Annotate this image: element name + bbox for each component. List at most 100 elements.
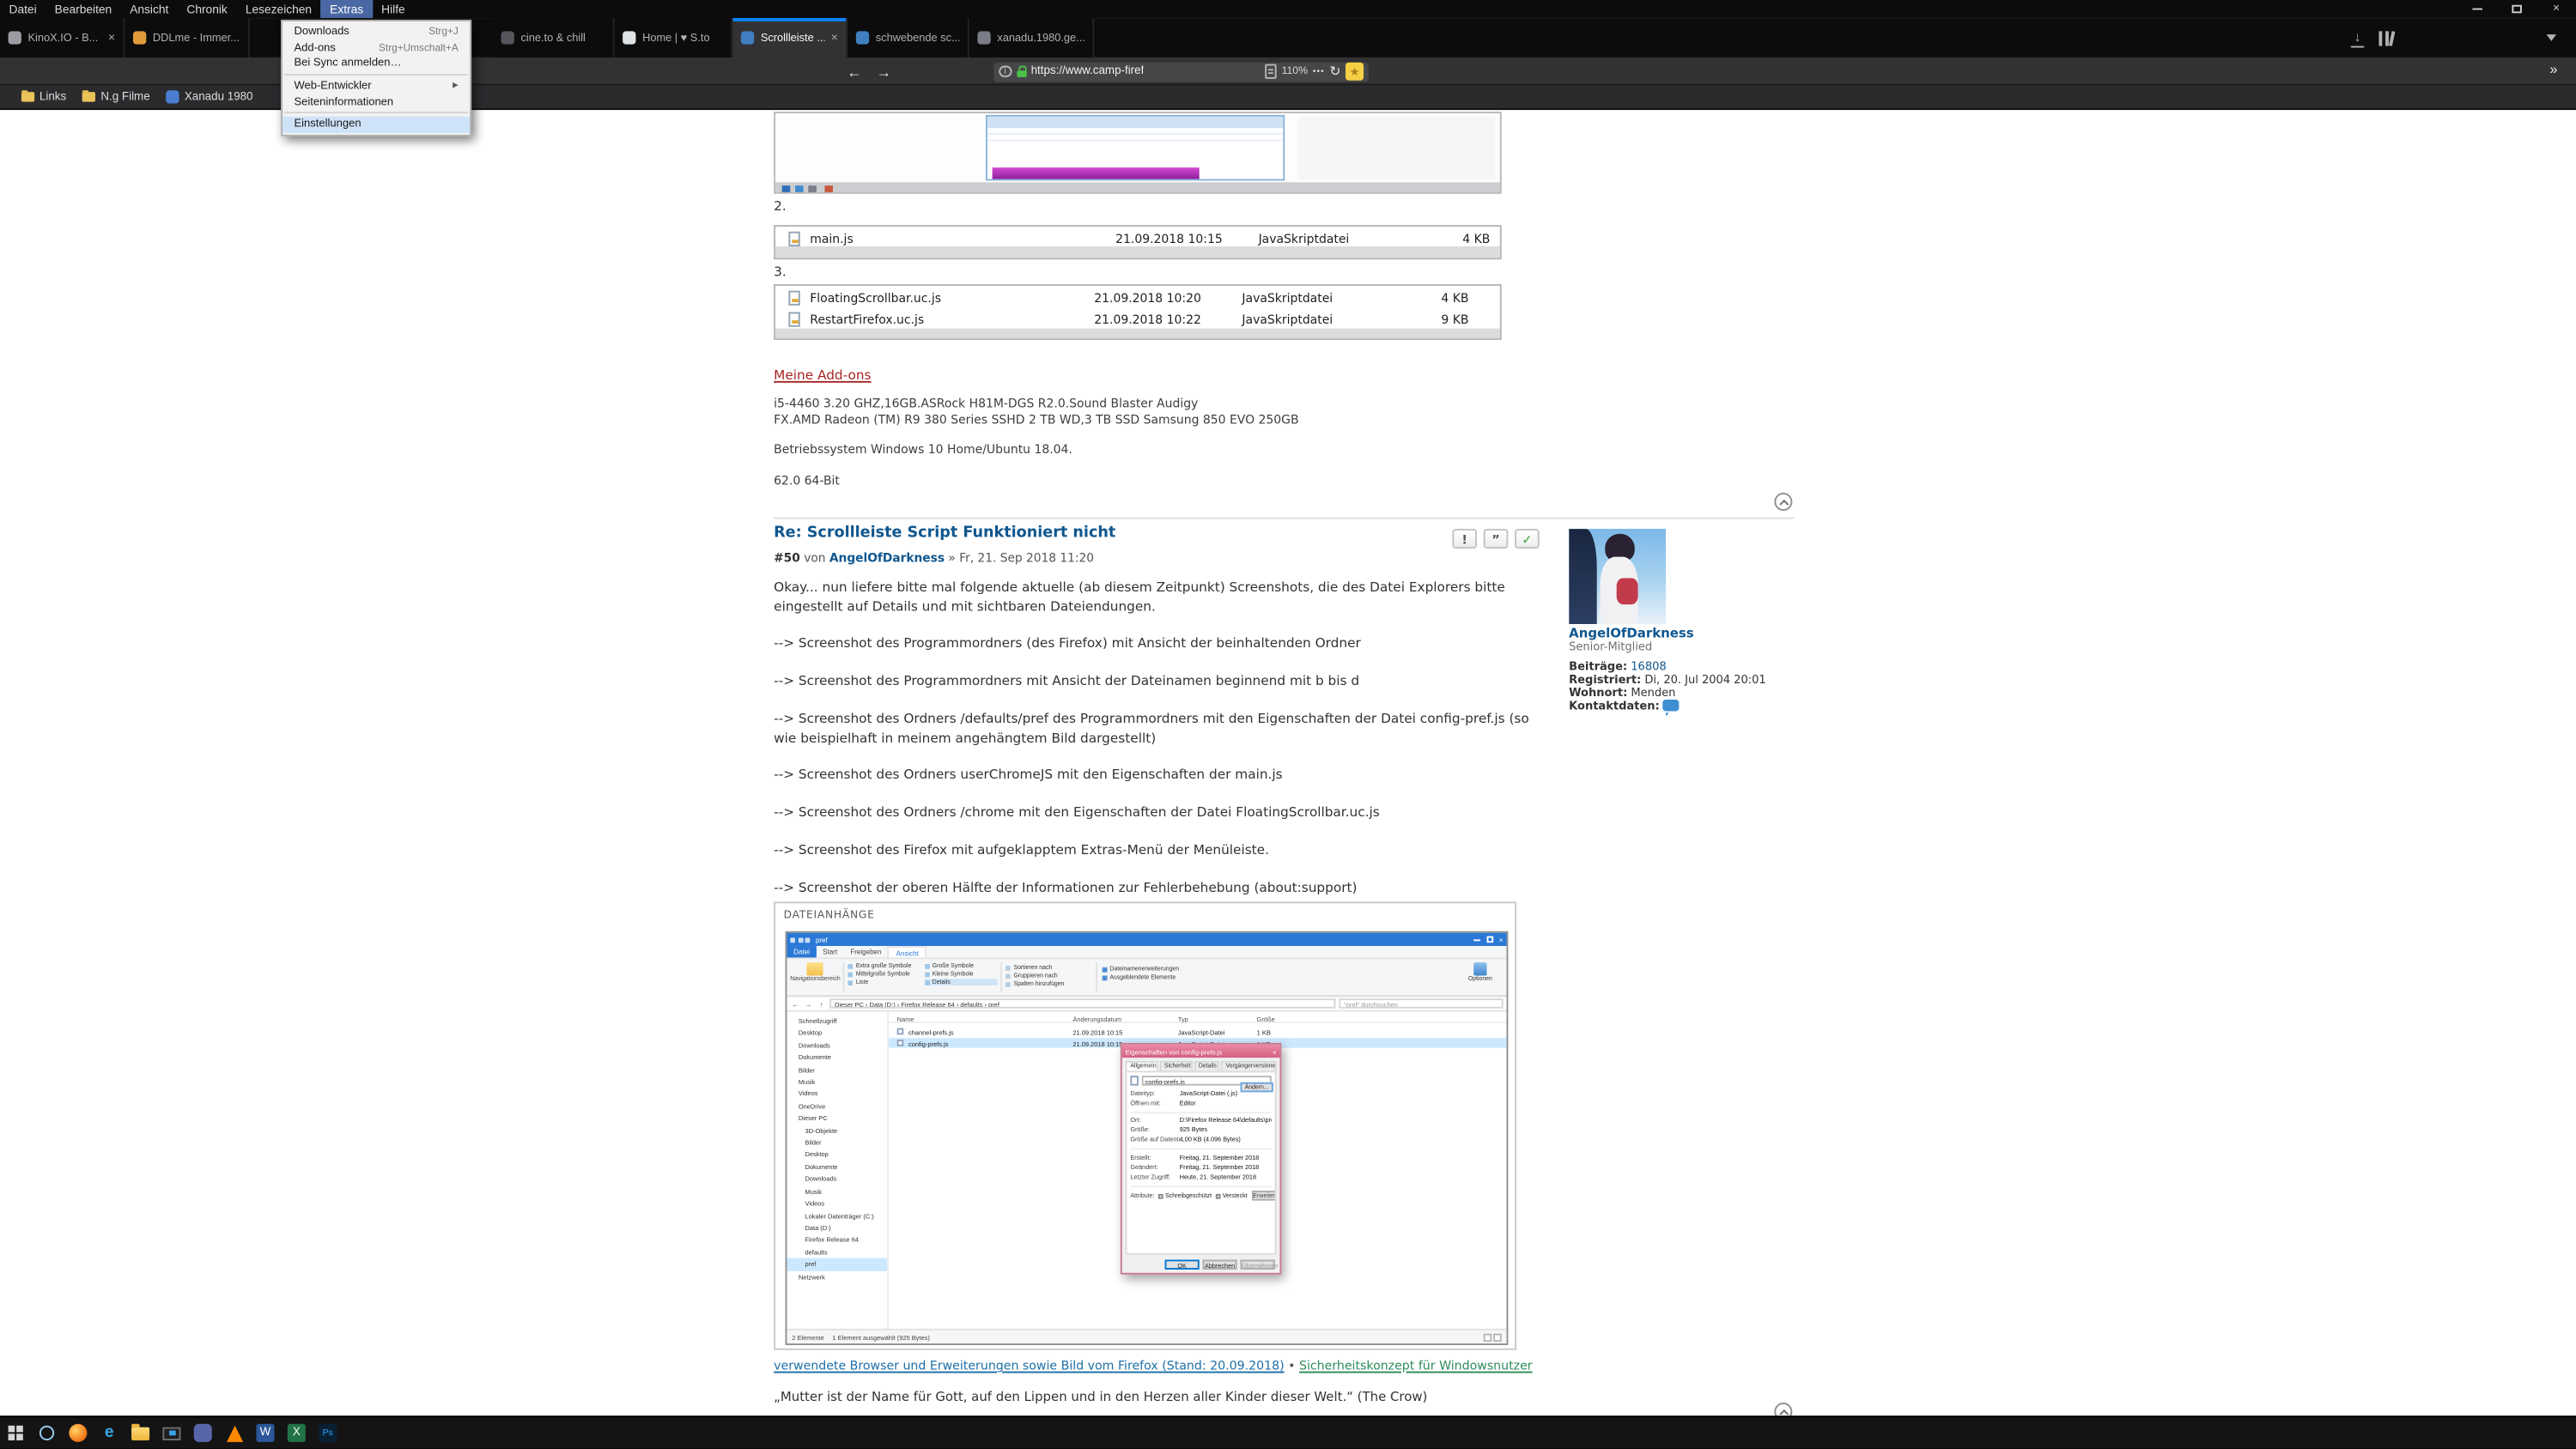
post-number[interactable]: #50 [774, 550, 800, 565]
menuitem-downloads[interactable]: DownloadsStrg+J [283, 24, 470, 40]
menu-bearbeiten[interactable]: Bearbeiten [46, 0, 121, 18]
profile-username-link[interactable]: AngelOfDarkness [1569, 626, 1693, 640]
tab-scrollleiste-active[interactable]: Scrollleiste ... × [732, 18, 848, 58]
site-info-icon[interactable]: i [999, 65, 1011, 77]
tab-title: xanadu.1980.ge... [997, 32, 1084, 43]
checkbox-icon [1103, 967, 1108, 973]
tree-item: Videos [787, 1197, 887, 1210]
screen: Datei Bearbeiten Ansicht Chronik Lesezei… [0, 0, 2576, 1449]
cropped-screenshot-attachment[interactable] [774, 112, 1502, 194]
post-paragraph: --> Screenshot des Programmordners mit A… [774, 672, 1544, 691]
accept-post-button[interactable]: ✓ [1515, 529, 1540, 549]
library-button[interactable] [2379, 30, 2393, 45]
taskbar-edge[interactable]: e [94, 1416, 125, 1449]
list-all-tabs-icon[interactable] [2547, 34, 2556, 41]
meine-addons-link[interactable]: Meine Add-ons [774, 368, 871, 383]
back-button[interactable]: ← [843, 61, 866, 82]
dialog-row: Ort:D:\Firefox Release 64\defaults\pref [1130, 1111, 1272, 1125]
menu-datei[interactable]: Datei [0, 0, 46, 18]
menu-extras[interactable]: Extras [321, 0, 373, 18]
forum-page: 2. main.js 21.09.2018 10:15 JavaSkriptda… [0, 110, 2576, 1416]
posts-count-link[interactable]: 16808 [1631, 660, 1666, 673]
tree-item: Musik [787, 1076, 887, 1088]
screenshot-band [775, 246, 1500, 258]
taskbar-excel[interactable]: X [281, 1416, 312, 1449]
tab-xanadu[interactable]: xanadu.1980.ge... [969, 18, 1094, 58]
menu-ansicht[interactable]: Ansicht [121, 0, 178, 18]
taskbar-photoshop[interactable]: Ps [313, 1416, 343, 1449]
menuitem-sync[interactable]: Bei Sync anmelden… [283, 56, 470, 72]
menu-hilfe[interactable]: Hilfe [373, 0, 415, 18]
tab-cineto[interactable]: cine.to & chill [493, 18, 615, 58]
dialog-body: config-prefs.js Dateityp:JavaScript-Date… [1126, 1070, 1277, 1254]
post-title-link[interactable]: Re: Scrollleiste Script Funktioniert nic… [774, 524, 1115, 542]
taskbar-media-player[interactable] [156, 1416, 187, 1449]
explorer-titlebar: pref × [787, 933, 1506, 946]
tab-kinox[interactable]: KinoX.IO - B... × [0, 18, 125, 58]
posts-label: Beiträge: [1569, 660, 1627, 673]
window-close-button[interactable]: × [2537, 0, 2576, 18]
bookmark-label: N.g Filme [100, 91, 149, 102]
post-by-label: von [804, 550, 825, 565]
report-post-button[interactable]: ! [1452, 529, 1477, 549]
checkbox-icon [1216, 1193, 1221, 1198]
bookmark-ng-filme[interactable]: N.g Filme [75, 85, 158, 110]
quote-post-button[interactable]: ” [1484, 529, 1509, 549]
tab-schwebende[interactable]: schwebende sc... [848, 18, 969, 58]
reader-mode-icon[interactable] [1265, 64, 1276, 78]
bookmark-star-icon[interactable]: ★ [1346, 63, 1364, 81]
chevron-up-icon [1778, 499, 1788, 508]
downloads-button[interactable]: ↓ [2349, 28, 2366, 46]
ribbon-current-view-group: Sortieren nachGruppieren nachSpalten hin… [1005, 964, 1091, 989]
campfirefox-favicon [856, 31, 869, 44]
taskbar-file-explorer[interactable] [125, 1416, 155, 1449]
dialog-row: Öffnen mit:Editor [1130, 1098, 1272, 1107]
taskbar-vlc[interactable] [218, 1416, 249, 1449]
page-actions-icon[interactable]: ••• [1313, 66, 1325, 76]
url-text[interactable]: https://www.camp-firef [1031, 66, 1145, 77]
tab-close-icon[interactable]: × [831, 32, 838, 43]
menu-chronik[interactable]: Chronik [178, 0, 236, 18]
menuitem-seiteninformationen[interactable]: Seiteninformationen [283, 94, 470, 111]
tree-item: Desktop [787, 1028, 887, 1040]
forward-button[interactable]: → [872, 61, 896, 82]
menuitem-web-entwickler[interactable]: Web-Entwickler▶ [283, 78, 470, 94]
browser-list-link[interactable]: verwendete Browser und Erweiterungen sow… [774, 1358, 1284, 1373]
attachment-image-explorer-screenshot[interactable]: pref × Datei Start Freigeben Ansicht Nav… [786, 931, 1509, 1345]
security-concept-link[interactable]: Sicherheitskonzept für Windowsnutzer [1299, 1358, 1533, 1373]
toolbar-overflow-icon[interactable]: » [2549, 61, 2557, 77]
tab-sto[interactable]: Home | ♥ S.to [615, 18, 733, 58]
menu-lesezeichen[interactable]: Lesezeichen [236, 0, 320, 18]
scroll-to-top-button[interactable] [1774, 493, 1792, 511]
tree-item: Musik [787, 1185, 887, 1197]
taskbar-discord[interactable] [187, 1416, 218, 1449]
profile-details: Beiträge: 16808 Registriert: Di, 20. Jul… [1569, 662, 1794, 715]
cortana-button[interactable] [31, 1416, 62, 1449]
firefox-menubar: Datei Bearbeiten Ansicht Chronik Lesezei… [0, 0, 2576, 18]
file-screenshot-mainjs: main.js 21.09.2018 10:15 JavaSkriptdatei… [774, 225, 1502, 259]
private-message-icon[interactable] [1662, 700, 1679, 712]
windows-taskbar: e W X Ps [0, 1416, 2576, 1449]
menuitem-label: Seiteninformationen [294, 96, 393, 107]
tab-close-icon[interactable]: × [108, 32, 115, 43]
zoom-level-button[interactable]: 110% [1282, 66, 1308, 77]
signature-line: i5-4460 3.20 GHZ,16GB.ASRock H81M-DGS R2… [774, 396, 1546, 411]
url-bar[interactable]: i https://www.camp-firef 110% ••• ↻ ★ [994, 62, 1369, 82]
bookmark-xanadu[interactable]: Xanadu 1980 [158, 85, 261, 110]
taskbar-word[interactable]: W [250, 1416, 281, 1449]
post-author-link[interactable]: AngelOfDarkness [829, 550, 945, 565]
window-minimize-button[interactable] [2458, 0, 2497, 18]
menuitem-einstellungen[interactable]: Einstellungen [283, 117, 470, 133]
taskbar-firefox[interactable] [63, 1416, 94, 1449]
firefox-icon [69, 1424, 87, 1442]
reload-icon[interactable]: ↻ [1329, 64, 1340, 79]
window-maximize-button[interactable] [2497, 0, 2537, 18]
menuitem-addons[interactable]: Add-onsStrg+Umschalt+A [283, 39, 470, 56]
bookmark-links[interactable]: Links [13, 85, 74, 110]
https-lock-icon[interactable] [1016, 70, 1025, 77]
user-avatar[interactable] [1569, 529, 1666, 624]
tab-ddlme[interactable]: DDLme - Immer... [125, 18, 249, 58]
start-button[interactable] [0, 1416, 31, 1449]
minimize-icon [2472, 9, 2482, 10]
explorer-title-text: pref [816, 936, 828, 944]
